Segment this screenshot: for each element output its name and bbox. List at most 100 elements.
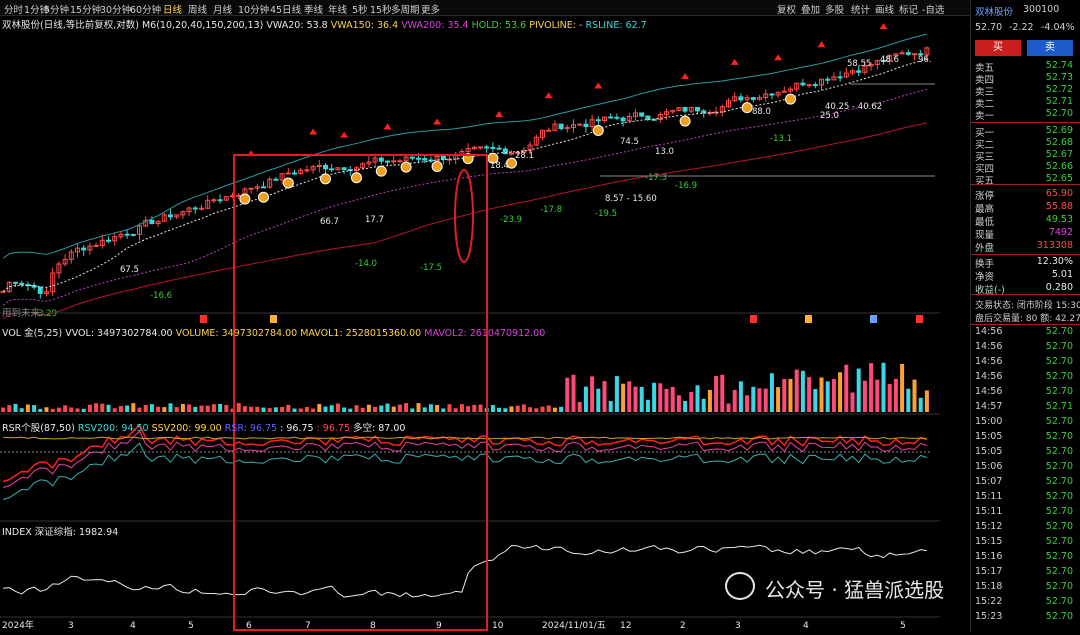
volume-bar [404,403,409,412]
price-annotation: -23.9 [500,215,522,225]
volume-bar [236,403,241,412]
candle-body [124,233,130,236]
volume-bar [714,376,719,412]
toolbar-tool[interactable]: 多股 [825,2,844,16]
volume-bar [534,408,539,412]
volume-bar [813,389,818,412]
volume-bar [304,407,309,412]
toolbar-tool[interactable]: 画线 [875,2,894,16]
period-tab[interactable]: 分时 [4,2,23,16]
period-tab[interactable]: 季线 [304,2,323,16]
tick-row: 15:05 52.70 [975,431,1077,443]
period-tab[interactable]: 更多 [421,2,440,16]
period-tab[interactable]: 周线 [188,2,207,16]
tick-price: 52.70 [1045,611,1073,622]
rsr-legend: RSR个股(87,50) RSV200: 94.50 SSV200: 99.00… [2,420,405,434]
quote-label: 外盘 [975,243,995,254]
volume-bar [466,406,471,412]
candle-body [509,152,514,155]
volume-bar [422,407,427,412]
volume-bar [75,408,80,412]
candle-body [905,52,911,55]
chart-area[interactable]: 66.4560.4154.9249.9344.4940.0436.0332.43… [0,16,971,632]
volume-bar [342,407,347,412]
volume-bar [608,401,613,412]
quote-row: 卖五 52.74 [975,60,1077,74]
volume-bar [869,363,874,412]
volume-bar [695,385,700,412]
candle-body [639,112,645,117]
volume-bar [323,406,328,412]
price-annotation: 48.6 [880,55,899,65]
tick-price: 52.70 [1045,476,1073,487]
volume-bar [683,401,688,412]
tick-price: 52.70 [1045,506,1073,517]
signal-circle [320,173,331,185]
candle-body [912,53,917,56]
tick-row: 15:07 52.70 [975,476,1077,488]
period-tab[interactable]: 60分钟 [130,2,161,16]
volume-bar [69,407,74,412]
volume-bar [385,403,390,412]
candle-body [682,107,688,112]
volume-bar [174,407,179,412]
candle-body [292,172,297,175]
toolbar-tool[interactable]: 标记 [899,2,918,16]
period-tab[interactable]: 10分钟 [238,2,269,16]
period-tab[interactable]: 日线 [163,2,182,16]
period-tab[interactable]: 15分钟 [70,2,101,16]
tick-row: 14:56 52.70 [975,386,1077,398]
period-tab[interactable]: 5分钟 [44,2,69,16]
volume-bar [738,381,743,412]
tick-time: 15:12 [975,521,1003,532]
tick-time: 15:05 [975,446,1003,457]
quote-row: 换手 12.30% [975,256,1077,270]
candle-body [546,129,552,132]
period-tab[interactable]: 年线 [328,2,347,16]
toolbar-tool[interactable]: 统计 [851,2,870,16]
tick-price: 52.70 [1045,326,1073,337]
quote-value: 52.70 [1045,108,1073,119]
period-tab[interactable]: 45日线 [270,2,301,16]
volume-bar [800,370,805,412]
tick-row: 15:06 52.70 [975,461,1077,473]
quote-row: 卖二 52.71 [975,96,1077,110]
candle-body [329,168,335,171]
period-tab[interactable]: 月线 [213,2,232,16]
rsr-dk: 多空: 87.00 [353,423,406,434]
volume-bar [143,404,148,412]
tick-row: 15:15 52.70 [975,536,1077,548]
price-annotation: -17.5 [420,263,442,273]
quote-label: 卖一 [975,111,995,122]
volume-bar [769,373,774,412]
period-tab[interactable]: 30分钟 [100,2,131,16]
legend-rsline: RSLINE: 62.7 [585,20,647,31]
volume-bar [125,405,130,412]
toolbar-tool[interactable]: 复权 [777,2,796,16]
volume-bar [360,407,365,412]
date-axis-label: 5 [900,621,906,631]
tick-time: 14:57 [975,401,1003,412]
toolbar-tool[interactable]: 叠加 [801,2,820,16]
price-annotation: -16.6 [150,291,172,301]
candle-body [558,123,564,130]
volume-bar [311,408,316,412]
candle-body [701,110,707,114]
tick-row: 15:05 52.70 [975,446,1077,458]
volume-bar [267,408,272,412]
period-tab[interactable]: 15秒 [370,2,392,16]
volume-bar [521,404,526,412]
toolbar-tool[interactable]: -自选 [922,2,944,16]
kline-chart-svg[interactable]: 66.4560.4154.9249.9344.4940.0436.0332.43… [0,16,971,632]
volume-bar [335,403,340,412]
candle-body [440,155,446,160]
period-tab[interactable]: 多周期 [391,2,420,16]
candle-body [81,247,87,251]
candle-body [825,78,831,81]
candle-body [409,156,415,159]
candle-body [199,207,204,210]
period-tab[interactable]: 5秒 [352,2,368,16]
volume-bar [633,386,638,412]
volume-bar [1,407,6,412]
volume-bar [856,368,861,412]
